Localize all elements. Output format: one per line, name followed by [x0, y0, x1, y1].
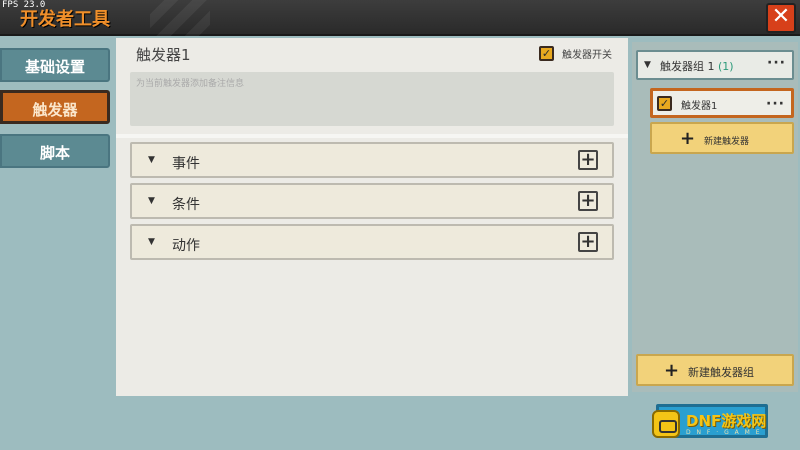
- add-event-button[interactable]: +: [578, 150, 598, 170]
- plus-icon: +: [580, 231, 596, 252]
- caret-down-icon: ▼: [148, 155, 155, 165]
- note-placeholder: 为当前触发器添加备注信息: [136, 79, 245, 89]
- section-conditions[interactable]: ▼ 条件 +: [130, 183, 614, 219]
- new-trigger-button[interactable]: + 新建触发器: [650, 122, 794, 154]
- trigger-list-item[interactable]: ✓ 触发器1 ···: [650, 88, 794, 118]
- plus-icon: +: [580, 149, 596, 170]
- sidebar-item-basic-settings[interactable]: 基础设置: [0, 48, 110, 82]
- sidebar-item-label: 基础设置: [24, 58, 85, 76]
- trigger-item-name: 触发器1: [681, 101, 718, 112]
- close-icon: ✕: [771, 4, 791, 29]
- plus-icon: +: [680, 128, 696, 149]
- trigger-group-header[interactable]: ▼ 触发器组 1 (1) ···: [636, 50, 794, 80]
- sidebar-item-triggers[interactable]: 触发器: [0, 90, 110, 124]
- more-dots-icon[interactable]: ···: [766, 97, 785, 111]
- trigger-enabled-checkbox[interactable]: ✓: [539, 46, 554, 61]
- plus-icon: +: [580, 190, 596, 211]
- trigger-toggle[interactable]: ✓ 触发器开关: [539, 46, 612, 61]
- section-label: 动作: [172, 238, 200, 254]
- trigger-item-checkbox[interactable]: ✓: [657, 96, 672, 111]
- checkmark-icon: ✓: [659, 97, 670, 110]
- add-action-button[interactable]: +: [578, 232, 598, 252]
- checkmark-icon: ✓: [541, 47, 552, 60]
- new-group-label: 新建触发器组: [688, 366, 754, 379]
- new-trigger-group-button[interactable]: + 新建触发器组: [636, 354, 794, 386]
- new-trigger-label: 新建触发器: [704, 137, 750, 147]
- trigger-toggle-label: 触发器开关: [562, 50, 612, 61]
- group-name-text: 触发器组 1: [660, 60, 715, 73]
- watermark-subtext: D N F · G A M E: [686, 429, 762, 436]
- plus-icon: +: [664, 360, 680, 381]
- sidebar-item-scripts[interactable]: 脚本: [0, 134, 110, 168]
- close-button[interactable]: ✕: [766, 3, 796, 33]
- trigger-group-name: 触发器组 1 (1): [660, 58, 734, 74]
- caret-down-icon: ▼: [148, 237, 155, 247]
- trigger-name-title[interactable]: 触发器1: [136, 44, 191, 65]
- add-condition-button[interactable]: +: [578, 191, 598, 211]
- sidebar: 基础设置 触发器 脚本: [0, 38, 110, 450]
- title-bar: FPS 23.0 开发者工具 ✕: [0, 0, 800, 36]
- trigger-editor-panel: 触发器1 ✓ 触发器开关 为当前触发器添加备注信息 ▼ 事件 + ▼ 条件 + …: [116, 38, 628, 396]
- watermark-logo: DNF游戏网 D N F · G A M E: [650, 408, 800, 440]
- trigger-note-field[interactable]: 为当前触发器添加备注信息: [130, 72, 614, 126]
- section-label: 事件: [172, 156, 200, 172]
- section-actions[interactable]: ▼ 动作 +: [130, 224, 614, 260]
- sidebar-item-label: 脚本: [39, 144, 70, 162]
- window-title: 开发者工具: [20, 9, 110, 30]
- watermark-text: DNF游戏网: [686, 412, 767, 430]
- divider: [116, 134, 628, 138]
- sidebar-item-label: 触发器: [32, 101, 78, 119]
- title-bar-stripe: [150, 0, 210, 36]
- caret-down-icon: ▼: [148, 196, 155, 206]
- group-count: (1): [718, 60, 734, 73]
- section-label: 条件: [172, 197, 200, 213]
- gamepad-icon: [652, 410, 680, 438]
- trigger-group-panel: ▼ 触发器组 1 (1) ··· ✓ 触发器1 ··· + 新建触发器 + 新建…: [632, 42, 798, 392]
- caret-down-icon: ▼: [644, 60, 651, 70]
- more-dots-icon[interactable]: ···: [767, 56, 786, 70]
- section-events[interactable]: ▼ 事件 +: [130, 142, 614, 178]
